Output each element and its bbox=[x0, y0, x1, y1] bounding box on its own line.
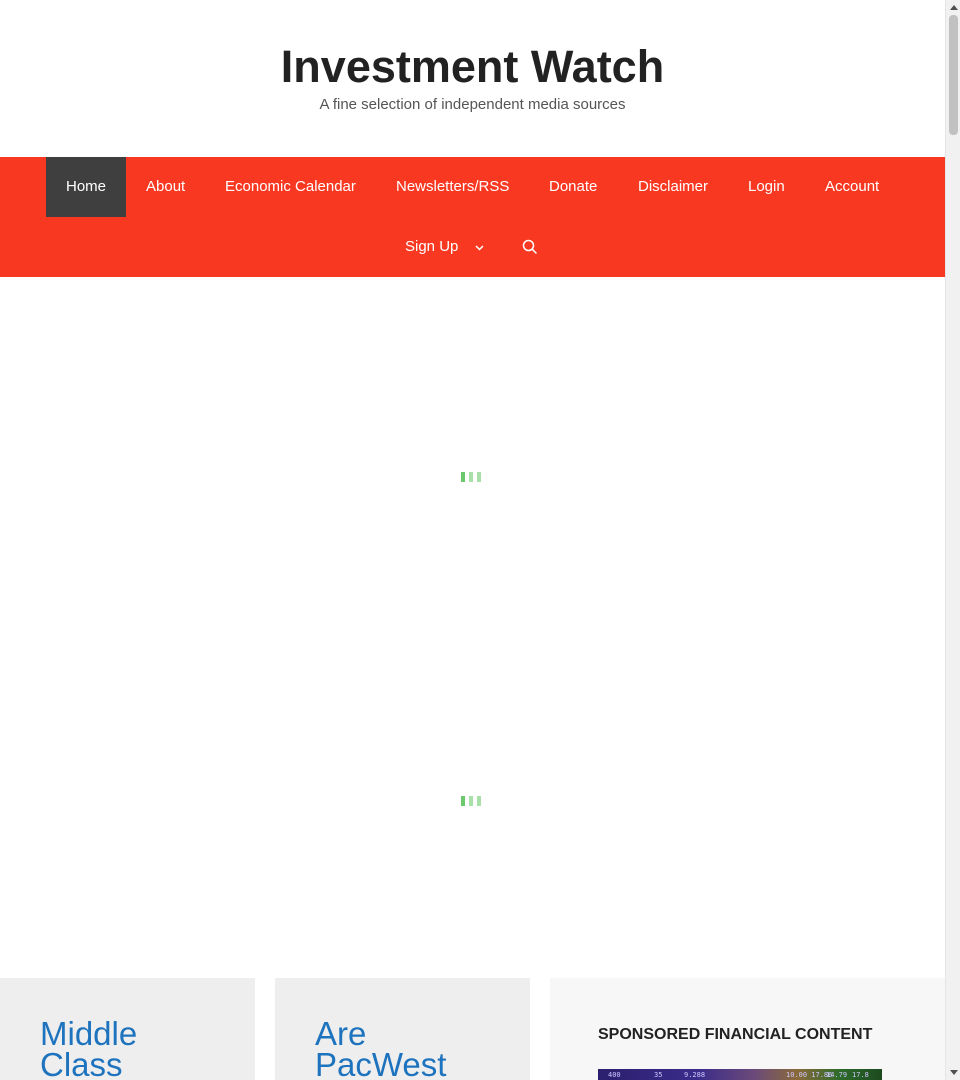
nav-item-about[interactable]: About bbox=[126, 157, 205, 217]
site-header: Investment Watch A fine selection of ind… bbox=[0, 0, 945, 157]
nav-item-label: Login bbox=[748, 178, 785, 195]
nav-item-label: About bbox=[146, 178, 186, 195]
nav-item-newsletters-rss[interactable]: Newsletters/RSS bbox=[376, 157, 529, 217]
nav-item-label: Disclaimer bbox=[638, 178, 709, 195]
main-navigation: Home About Economic Calendar Newsletters… bbox=[0, 157, 945, 277]
nav-item-label: Newsletters/RSS bbox=[396, 178, 510, 195]
ticker-value: 400 bbox=[608, 1071, 621, 1079]
scroll-up-arrow-icon[interactable] bbox=[946, 0, 960, 15]
page: Investment Watch A fine selection of ind… bbox=[0, 0, 945, 1080]
site-title[interactable]: Investment Watch bbox=[0, 40, 945, 94]
scroll-down-arrow-icon[interactable] bbox=[946, 1065, 960, 1080]
nav-item-home[interactable]: Home bbox=[46, 157, 126, 217]
chevron-down-icon bbox=[475, 217, 484, 277]
post-card: Middle Class bbox=[0, 978, 255, 1080]
site-tagline: A fine selection of independent media so… bbox=[319, 96, 626, 113]
ticker-value: 9.288 bbox=[684, 1071, 706, 1079]
nav-item-label: Economic Calendar bbox=[225, 178, 356, 195]
nav-item-label: Home bbox=[66, 178, 107, 195]
loading-indicator bbox=[459, 795, 483, 807]
nav-item-account[interactable]: Account bbox=[805, 157, 899, 217]
ticker-value: 17.8 bbox=[852, 1071, 869, 1079]
sidebar-heading: SPONSORED FINANCIAL CONTENT bbox=[598, 1026, 873, 1043]
sidebar: SPONSORED FINANCIAL CONTENT 400 35 9.288… bbox=[550, 978, 945, 1080]
nav-item-label: Sign Up bbox=[405, 238, 459, 255]
post-card: Are PacWest bbox=[275, 978, 530, 1080]
nav-item-donate[interactable]: Donate bbox=[529, 157, 617, 217]
nav-item-label: Account bbox=[825, 178, 880, 195]
sponsored-content-image[interactable]: 400 35 9.288 10.00 17.86 14.79 17.8 bbox=[598, 1069, 882, 1080]
nav-item-disclaimer[interactable]: Disclaimer bbox=[618, 157, 728, 217]
nav-item-label: Donate bbox=[549, 178, 598, 195]
scrollbar-thumb[interactable] bbox=[949, 15, 958, 135]
post-title-link[interactable]: Middle Class bbox=[40, 1017, 220, 1080]
loading-indicator bbox=[459, 471, 483, 483]
post-title-link[interactable]: Are PacWest bbox=[315, 1017, 495, 1080]
nav-item-login[interactable]: Login bbox=[728, 157, 805, 217]
nav-item-economic-calendar[interactable]: Economic Calendar bbox=[205, 157, 376, 217]
search-icon[interactable] bbox=[512, 217, 548, 277]
nav-item-sign-up[interactable]: Sign Up bbox=[385, 217, 504, 277]
ticker-value: 35 bbox=[654, 1071, 663, 1079]
ticker-value: 14.79 bbox=[826, 1071, 848, 1079]
vertical-scrollbar[interactable] bbox=[945, 0, 960, 1080]
